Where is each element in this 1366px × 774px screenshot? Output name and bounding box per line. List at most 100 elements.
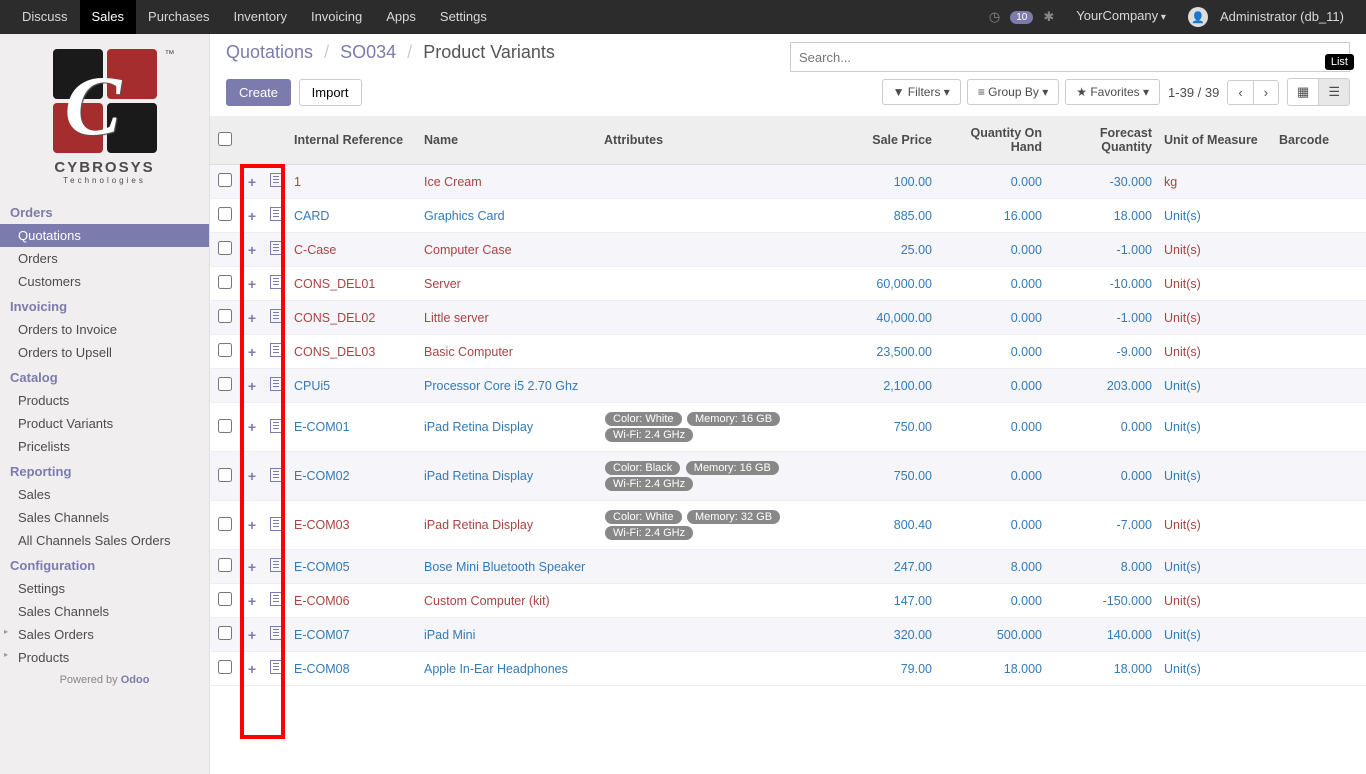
favorites-dropdown[interactable]: ★ Favorites ▾ — [1065, 79, 1160, 105]
detail-icon[interactable] — [264, 335, 288, 369]
row-checkbox[interactable] — [218, 275, 232, 289]
table-row[interactable]: +E-COM06Custom Computer (kit)147.000.000… — [210, 584, 1366, 618]
kanban-view-button[interactable]: ▦ — [1288, 79, 1319, 105]
expand-icon[interactable]: + — [240, 335, 264, 369]
row-checkbox[interactable] — [218, 592, 232, 606]
topnav-item-sales[interactable]: Sales — [80, 0, 137, 34]
table-row[interactable]: +E-COM02iPad Retina DisplayColor: Black … — [210, 452, 1366, 501]
menu-item-sales[interactable]: Sales — [0, 483, 209, 506]
bug-icon[interactable]: ✱ — [1043, 9, 1054, 25]
row-checkbox[interactable] — [218, 241, 232, 255]
search-input[interactable] — [790, 42, 1350, 72]
detail-icon[interactable] — [264, 267, 288, 301]
user-dropdown[interactable]: Administrator (db_11) — [1218, 0, 1356, 34]
col-barcode[interactable]: Barcode — [1273, 116, 1366, 165]
pager-prev-button[interactable]: ‹ — [1228, 81, 1253, 104]
topnav-item-purchases[interactable]: Purchases — [136, 0, 221, 34]
search-field[interactable] — [799, 50, 1341, 65]
row-checkbox[interactable] — [218, 419, 232, 433]
topnav-item-invoicing[interactable]: Invoicing — [299, 0, 374, 34]
menu-item-pricelists[interactable]: Pricelists — [0, 435, 209, 458]
expand-icon[interactable]: + — [240, 584, 264, 618]
expand-icon[interactable]: + — [240, 165, 264, 199]
table-row[interactable]: +CONS_DEL01Server60,000.000.000-10.000Un… — [210, 267, 1366, 301]
table-row[interactable]: +E-COM01iPad Retina DisplayColor: White … — [210, 403, 1366, 452]
col-uom[interactable]: Unit of Measure — [1158, 116, 1273, 165]
menu-item-customers[interactable]: Customers — [0, 270, 209, 293]
expand-icon[interactable]: + — [240, 369, 264, 403]
col-attributes[interactable]: Attributes — [598, 116, 858, 165]
row-checkbox[interactable] — [218, 309, 232, 323]
col-qty-on-hand[interactable]: Quantity On Hand — [938, 116, 1048, 165]
menu-item-products[interactable]: Products — [0, 646, 209, 669]
groupby-dropdown[interactable]: ≡ Group By ▾ — [967, 79, 1059, 105]
detail-icon[interactable] — [264, 550, 288, 584]
menu-item-sales-channels[interactable]: Sales Channels — [0, 506, 209, 529]
table-row[interactable]: +CONS_DEL02Little server40,000.000.000-1… — [210, 301, 1366, 335]
expand-icon[interactable]: + — [240, 199, 264, 233]
menu-item-orders[interactable]: Orders — [0, 247, 209, 270]
expand-icon[interactable]: + — [240, 403, 264, 452]
topnav-item-apps[interactable]: Apps — [374, 0, 428, 34]
select-all-checkbox[interactable] — [218, 132, 232, 146]
menu-item-product-variants[interactable]: Product Variants — [0, 412, 209, 435]
detail-icon[interactable] — [264, 452, 288, 501]
col-internal-reference[interactable]: Internal Reference — [288, 116, 418, 165]
expand-icon[interactable]: + — [240, 501, 264, 550]
topnav-item-discuss[interactable]: Discuss — [10, 0, 80, 34]
import-button[interactable]: Import — [299, 79, 362, 106]
detail-icon[interactable] — [264, 584, 288, 618]
detail-icon[interactable] — [264, 369, 288, 403]
expand-icon[interactable]: + — [240, 233, 264, 267]
table-row[interactable]: +E-COM08Apple In-Ear Headphones79.0018.0… — [210, 652, 1366, 686]
detail-icon[interactable] — [264, 165, 288, 199]
table-row[interactable]: +CPUi5Processor Core i5 2.70 Ghz2,100.00… — [210, 369, 1366, 403]
expand-icon[interactable]: + — [240, 652, 264, 686]
col-forecast-qty[interactable]: Forecast Quantity — [1048, 116, 1158, 165]
row-checkbox[interactable] — [218, 343, 232, 357]
row-checkbox[interactable] — [218, 626, 232, 640]
list-view-button[interactable]: ☰ — [1319, 79, 1349, 105]
create-button[interactable]: Create — [226, 79, 291, 106]
row-checkbox[interactable] — [218, 207, 232, 221]
col-name[interactable]: Name — [418, 116, 598, 165]
row-checkbox[interactable] — [218, 377, 232, 391]
expand-icon[interactable]: + — [240, 618, 264, 652]
breadcrumb-quotations[interactable]: Quotations — [226, 42, 313, 62]
company-dropdown[interactable]: YourCompany — [1064, 0, 1178, 35]
menu-item-orders-to-upsell[interactable]: Orders to Upsell — [0, 341, 209, 364]
menu-item-sales-orders[interactable]: Sales Orders — [0, 623, 209, 646]
menu-item-products[interactable]: Products — [0, 389, 209, 412]
menu-item-orders-to-invoice[interactable]: Orders to Invoice — [0, 318, 209, 341]
pager-next-button[interactable]: › — [1254, 81, 1278, 104]
menu-item-quotations[interactable]: Quotations — [0, 224, 209, 247]
table-row[interactable]: +E-COM05Bose Mini Bluetooth Speaker247.0… — [210, 550, 1366, 584]
row-checkbox[interactable] — [218, 468, 232, 482]
expand-icon[interactable]: + — [240, 452, 264, 501]
menu-item-sales-channels[interactable]: Sales Channels — [0, 600, 209, 623]
row-checkbox[interactable] — [218, 660, 232, 674]
table-row[interactable]: +E-COM07iPad Mini320.00500.000140.000Uni… — [210, 618, 1366, 652]
row-checkbox[interactable] — [218, 173, 232, 187]
expand-icon[interactable]: + — [240, 267, 264, 301]
table-row[interactable]: +E-COM03iPad Retina DisplayColor: White … — [210, 501, 1366, 550]
table-row[interactable]: +C-CaseComputer Case25.000.000-1.000Unit… — [210, 233, 1366, 267]
table-row[interactable]: +1Ice Cream100.000.000-30.000kg — [210, 165, 1366, 199]
expand-icon[interactable]: + — [240, 301, 264, 335]
table-row[interactable]: +CARDGraphics Card885.0016.00018.000Unit… — [210, 199, 1366, 233]
menu-item-settings[interactable]: Settings — [0, 577, 209, 600]
powered-brand[interactable]: Odoo — [121, 674, 150, 686]
detail-icon[interactable] — [264, 652, 288, 686]
filters-dropdown[interactable]: ▼ Filters ▾ — [882, 79, 961, 105]
expand-icon[interactable]: + — [240, 550, 264, 584]
message-badge[interactable]: 10 — [1010, 11, 1033, 24]
pager-range[interactable]: 1-39 / 39 — [1168, 85, 1219, 100]
clock-icon[interactable]: ◷ — [989, 9, 1000, 25]
menu-item-all-channels-sales-orders[interactable]: All Channels Sales Orders — [0, 529, 209, 552]
row-checkbox[interactable] — [218, 558, 232, 572]
topnav-item-inventory[interactable]: Inventory — [221, 0, 298, 34]
detail-icon[interactable] — [264, 501, 288, 550]
breadcrumb-order[interactable]: SO034 — [340, 42, 396, 62]
detail-icon[interactable] — [264, 618, 288, 652]
detail-icon[interactable] — [264, 403, 288, 452]
